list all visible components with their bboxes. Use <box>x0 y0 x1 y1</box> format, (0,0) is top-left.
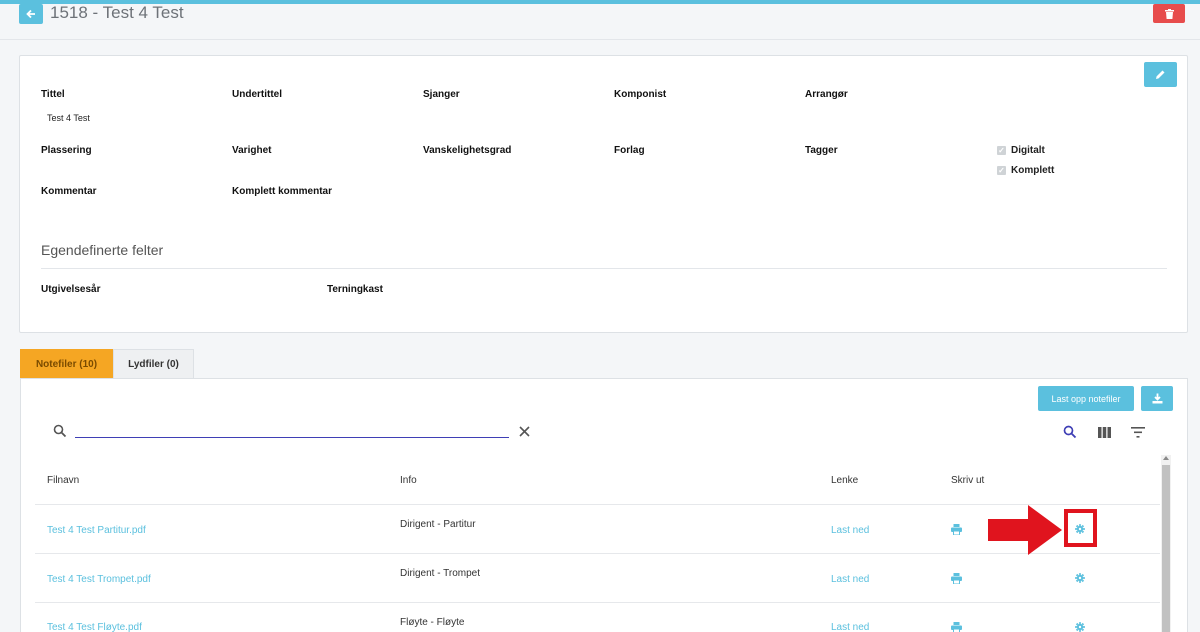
delete-button[interactable] <box>1153 4 1185 23</box>
checkbox-digitalt-label: Digitalt <box>1011 145 1045 156</box>
scrollbar[interactable] <box>1161 455 1171 632</box>
custom-fields-title: Egendefinerte felter <box>41 242 164 258</box>
search-icon <box>53 424 67 438</box>
print-icon[interactable] <box>951 524 962 535</box>
arrow-left-icon <box>26 9 35 19</box>
download-icon <box>1152 393 1162 404</box>
upload-notefiler-button[interactable]: Last opp notefiler <box>1038 386 1134 411</box>
download-link-trompet[interactable]: Last ned <box>831 574 869 585</box>
checkbox-komplett: ✓ Komplett <box>997 165 1054 176</box>
label-kommentar: Kommentar <box>41 186 97 197</box>
print-icon[interactable] <box>951 622 962 632</box>
file-info-floyte: Fløyte - Fløyte <box>400 617 465 628</box>
column-header-skriv-ut[interactable]: Skriv ut <box>951 475 984 486</box>
red-arrow-icon <box>988 505 1062 555</box>
file-info-partitur: Dirigent - Partitur <box>400 519 476 530</box>
trash-icon <box>1164 8 1174 19</box>
edit-button[interactable] <box>1144 62 1177 87</box>
label-vanskelighetsgrad: Vanskelighetsgrad <box>423 145 512 156</box>
label-forlag: Forlag <box>614 145 645 156</box>
column-header-filnavn[interactable]: Filnavn <box>47 475 79 486</box>
download-all-button[interactable] <box>1141 386 1173 411</box>
label-terningkast: Terningkast <box>327 284 383 295</box>
highlight-box <box>1064 509 1097 547</box>
label-sjanger: Sjanger <box>423 89 460 100</box>
file-link-floyte[interactable]: Test 4 Test Fløyte.pdf <box>47 622 142 632</box>
gear-icon[interactable] <box>1075 622 1085 632</box>
download-link-floyte[interactable]: Last ned <box>831 622 869 632</box>
scroll-thumb[interactable] <box>1162 465 1170 632</box>
file-info-trompet: Dirigent - Trompet <box>400 568 481 579</box>
details-card: Tittel Test 4 Test Undertittel Sjanger K… <box>19 55 1188 333</box>
page-title: 1518 - Test 4 Test <box>50 3 184 22</box>
label-komponist: Komponist <box>614 89 667 100</box>
tab-lydfiler[interactable]: Lydfiler (0) <box>113 349 194 379</box>
value-tittel: Test 4 Test <box>47 113 90 123</box>
search-toggle-icon[interactable] <box>1063 425 1077 439</box>
check-icon: ✓ <box>997 166 1006 175</box>
label-komplett-kommentar: Komplett kommentar <box>232 186 333 197</box>
back-button[interactable] <box>19 4 43 24</box>
label-arrangor: Arrangør <box>805 89 848 100</box>
column-header-info[interactable]: Info <box>400 475 417 486</box>
page-header: 1518 - Test 4 Test <box>0 3 1200 40</box>
label-utgivelsesar: Utgivelsesår <box>41 284 101 295</box>
label-varighet: Varighet <box>232 145 272 156</box>
file-tabs: Notefiler (10) Lydfiler (0) <box>20 349 194 379</box>
label-tagger: Tagger <box>805 145 838 156</box>
checkbox-komplett-label: Komplett <box>1011 165 1055 176</box>
columns-icon[interactable] <box>1098 427 1111 438</box>
files-panel: Last opp notefiler Filnavn Info Lenke Sk… <box>20 378 1188 632</box>
label-plassering: Plassering <box>41 145 92 156</box>
check-icon: ✓ <box>997 146 1006 155</box>
scroll-up-icon[interactable] <box>1163 456 1169 460</box>
divider <box>35 602 1160 603</box>
divider <box>41 268 1167 269</box>
file-link-partitur[interactable]: Test 4 Test Partitur.pdf <box>47 525 146 536</box>
print-icon[interactable] <box>951 573 962 584</box>
label-undertittel: Undertittel <box>232 89 282 100</box>
label-tittel: Tittel <box>41 89 65 100</box>
pencil-icon <box>1156 70 1165 79</box>
file-link-trompet[interactable]: Test 4 Test Trompet.pdf <box>47 574 151 585</box>
gear-icon[interactable] <box>1075 573 1085 583</box>
search-input[interactable] <box>75 421 509 438</box>
tab-notefiler[interactable]: Notefiler (10) <box>20 349 113 379</box>
close-icon[interactable] <box>519 426 530 437</box>
column-header-lenke[interactable]: Lenke <box>831 475 858 486</box>
filter-icon[interactable] <box>1131 427 1145 438</box>
download-link-partitur[interactable]: Last ned <box>831 525 869 536</box>
checkbox-digitalt: ✓ Digitalt <box>997 145 1045 156</box>
